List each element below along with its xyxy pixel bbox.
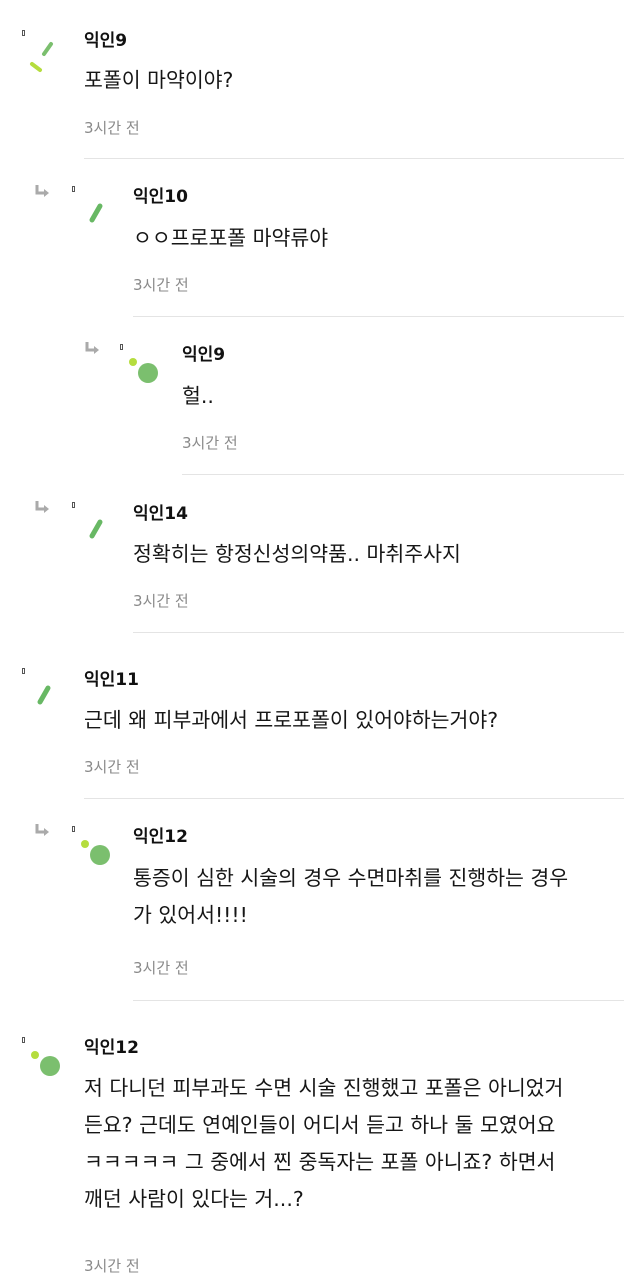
- mark-icon: [22, 30, 25, 36]
- comment-author[interactable]: 익인9: [182, 344, 225, 366]
- reply-arrow-icon: [85, 342, 99, 354]
- comment-text: 헐..: [182, 378, 214, 415]
- comment-text: ㅇㅇ프로포폴 마약류야: [133, 220, 328, 257]
- comment-author[interactable]: 익인14: [133, 503, 188, 525]
- comment-text: 근데 왜 피부과에서 프로포폴이 있어야하는거야?: [84, 702, 498, 739]
- comment-line: 통증이 심한 시술의 경우 수면마취를 진행하는 경우: [133, 866, 569, 890]
- reply-arrow-icon: [35, 501, 49, 513]
- mark-icon: [22, 668, 25, 674]
- comment-time: 3시간 전: [84, 119, 140, 137]
- dot-circle-icon: [31, 1051, 60, 1076]
- divider: [84, 798, 624, 799]
- stripe-slashes-icon: [30, 42, 53, 72]
- divider: [182, 474, 624, 475]
- dot-circle-icon: [129, 358, 158, 383]
- reply-arrow-icon: [35, 185, 49, 197]
- divider: [84, 158, 624, 159]
- comment-line: 깨던 사람이 있다는 거...?: [84, 1187, 304, 1211]
- comment-line: 헐..: [182, 384, 214, 408]
- comment-time: 3시간 전: [84, 1257, 140, 1275]
- comment-time: 3시간 전: [133, 592, 189, 610]
- comment-text: 포폴이 마약이야?: [84, 62, 233, 99]
- comment-author[interactable]: 익인10: [133, 186, 188, 208]
- divider: [133, 316, 624, 317]
- comment-author[interactable]: 익인11: [84, 669, 139, 691]
- mark-icon: [120, 344, 123, 350]
- comment-author[interactable]: 익인9: [84, 30, 127, 52]
- reply-arrow-icon: [35, 824, 49, 836]
- stripe-slash-icon: [37, 685, 51, 705]
- divider: [133, 632, 624, 633]
- comment-time: 3시간 전: [182, 434, 238, 452]
- comment-line: ㅋㅋㅋㅋㅋ 그 중에서 찐 중독자는 포폴 아니죠? 하면서: [84, 1150, 556, 1174]
- comment-line: ㅇㅇ프로포폴 마약류야: [133, 226, 329, 250]
- comment-line: 든요? 근데도 연예인들이 어디서 듣고 하나 둘 모였어요: [84, 1113, 556, 1137]
- comment-line: 근데 왜 피부과에서 프로포폴이 있어야하는거야?: [84, 708, 499, 732]
- comment-text: 저 다니던 피부과도 수면 시술 진행했고 포폴은 아니었거 든요? 근데도 연…: [84, 1070, 563, 1218]
- mark-icon: [72, 186, 75, 192]
- mark-icon: [72, 826, 75, 832]
- comment-time: 3시간 전: [84, 758, 140, 776]
- mark-icon: [72, 502, 75, 508]
- dot-circle-icon: [81, 840, 110, 865]
- comment-text: 통증이 심한 시술의 경우 수면마취를 진행하는 경우 가 있어서!!!!: [133, 860, 568, 934]
- comment-text: 정확히는 항정신성의약품.. 마취주사지: [133, 536, 461, 573]
- divider: [133, 1000, 624, 1001]
- stripe-slash-icon: [89, 203, 103, 223]
- comment-time: 3시간 전: [133, 959, 189, 977]
- comment-time: 3시간 전: [133, 276, 189, 294]
- stripe-slash-icon: [89, 519, 103, 539]
- comment-line: 저 다니던 피부과도 수면 시술 진행했고 포폴은 아니었거: [84, 1076, 564, 1100]
- comment-author[interactable]: 익인12: [84, 1037, 139, 1059]
- comment-line: 가 있어서!!!!: [133, 903, 248, 927]
- comment-line: 포폴이 마약이야?: [84, 68, 234, 92]
- mark-icon: [22, 1037, 25, 1043]
- comment-author[interactable]: 익인12: [133, 826, 188, 848]
- comment-line: 정확히는 항정신성의약품.. 마취주사지: [133, 542, 461, 566]
